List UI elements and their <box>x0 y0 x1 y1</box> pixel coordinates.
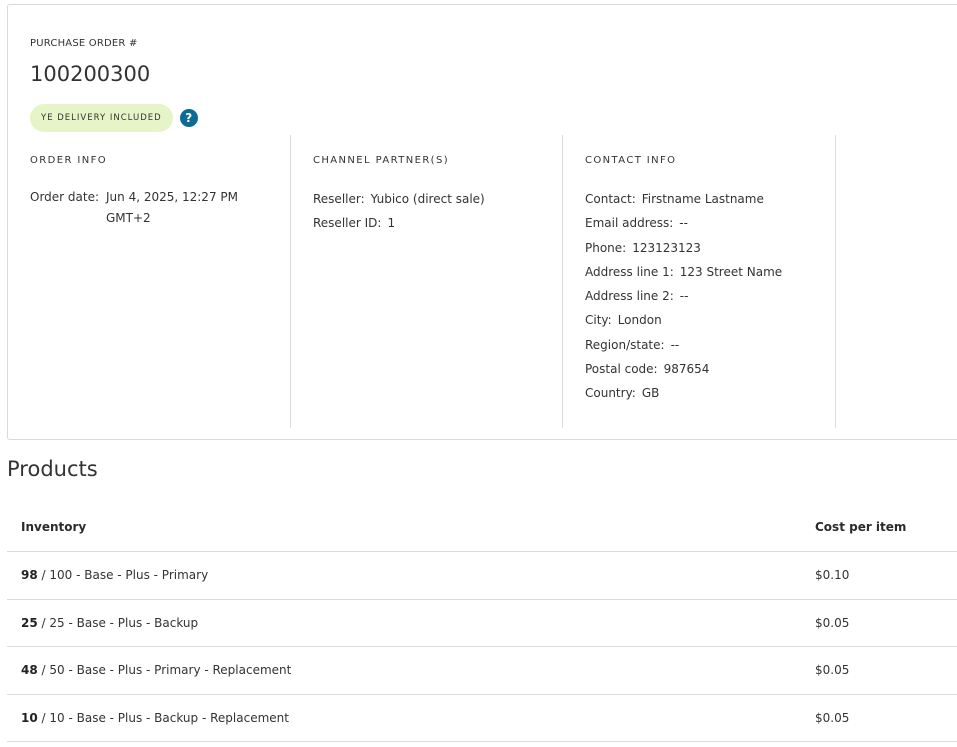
contact-info-section: CONTACT INFO Contact: Firstname Lastname … <box>563 135 836 428</box>
address-line-2-label: Address line 2: <box>585 289 674 304</box>
help-icon[interactable]: ? <box>179 109 198 127</box>
contact-row: Contact: Firstname Lastname <box>585 187 835 211</box>
contact-info-title: CONTACT INFO <box>585 155 677 166</box>
postal-code-value: 987654 <box>663 362 710 377</box>
cost-cell: $0.10 <box>815 568 850 583</box>
order-date-label: Order date: <box>30 190 100 204</box>
region-label: Region/state: <box>585 337 665 352</box>
reseller-id-value: 1 <box>387 216 396 231</box>
inventory-cell: 48 / 50 - Base - Plus - Primary - Replac… <box>7 663 815 677</box>
delivery-badge: YE DELIVERY INCLUDED <box>30 104 173 132</box>
country-value: GB <box>641 386 660 401</box>
city-label: City: <box>585 313 612 328</box>
address-line-2-row: Address line 2: -- <box>585 284 835 308</box>
country-label: Country: <box>585 386 636 401</box>
table-row: 98 / 100 - Base - Plus - Primary $0.10 <box>7 552 957 600</box>
purchase-order-label: PURCHASE ORDER # <box>30 38 138 49</box>
address-line-1-label: Address line 1: <box>585 264 674 279</box>
postal-code-label: Postal code: <box>585 362 658 377</box>
table-row: 25 / 25 - Base - Plus - Backup $0.05 <box>7 600 957 647</box>
quantity-value: 25 <box>21 615 38 630</box>
email-row: Email address: -- <box>585 211 835 235</box>
quantity-value: 98 <box>21 568 38 583</box>
reseller-label: Reseller: <box>313 192 365 206</box>
reseller-row: Reseller: Yubico (direct sale) <box>313 187 562 211</box>
product-description: / 50 - Base - Plus - Primary - Replaceme… <box>37 663 292 678</box>
product-description: / 25 - Base - Plus - Backup <box>37 615 199 630</box>
email-value: -- <box>679 216 688 231</box>
inventory-cell: 10 / 10 - Base - Plus - Backup - Replace… <box>7 711 815 725</box>
postal-code-row: Postal code: 987654 <box>585 357 835 381</box>
reseller-id-row: Reseller ID: 1 <box>313 211 562 235</box>
region-value: -- <box>670 337 680 352</box>
order-info-section: ORDER INFO Order date: Jun 4, 2025, 12:2… <box>30 135 291 428</box>
product-description: / 10 - Base - Plus - Backup - Replacemen… <box>37 710 289 725</box>
quantity-value: 10 <box>21 710 38 725</box>
phone-row: Phone: 123123123 <box>585 236 835 260</box>
cost-cell: $0.05 <box>815 663 850 678</box>
products-table: Inventory Cost per item 98 / 100 - Base … <box>7 503 957 742</box>
phone-value: 123123123 <box>632 240 701 255</box>
city-value: London <box>617 313 662 328</box>
reseller-id-label: Reseller ID: <box>313 216 382 231</box>
badge-row: YE DELIVERY INCLUDED ? <box>30 104 198 132</box>
address-line-2-value: -- <box>679 289 689 304</box>
cost-cell: $0.05 <box>815 615 850 630</box>
product-description: / 100 - Base - Plus - Primary <box>37 568 209 583</box>
table-row: 10 / 10 - Base - Plus - Backup - Replace… <box>7 695 957 742</box>
products-table-header: Inventory Cost per item <box>7 503 957 552</box>
address-line-1-row: Address line 1: 123 Street Name <box>585 260 835 284</box>
city-row: City: London <box>585 308 835 332</box>
purchase-order-card: PURCHASE ORDER # 100200300 YE DELIVERY I… <box>7 4 957 440</box>
inventory-cell: 25 / 25 - Base - Plus - Backup <box>7 616 815 630</box>
order-date-row: Order date: Jun 4, 2025, 12:27 PM GMT+2 <box>30 187 290 229</box>
contact-label: Contact: <box>585 192 636 206</box>
channel-partners-section: CHANNEL PARTNER(S) Reseller: Yubico (dire… <box>291 135 563 428</box>
reseller-value: Yubico (direct sale) <box>370 192 485 206</box>
order-date-value: Jun 4, 2025, 12:27 PM GMT+2 <box>106 190 238 225</box>
purchase-order-number: 100200300 <box>30 62 151 86</box>
country-row: Country: GB <box>585 381 835 405</box>
cost-cell: $0.05 <box>815 710 850 725</box>
address-line-1-value: 123 Street Name <box>679 264 783 279</box>
contact-value: Firstname Lastname <box>641 192 764 206</box>
inventory-cell: 98 / 100 - Base - Plus - Primary <box>7 568 815 582</box>
products-title: Products <box>7 457 98 481</box>
email-label: Email address: <box>585 216 674 231</box>
table-row: 48 / 50 - Base - Plus - Primary - Replac… <box>7 647 957 695</box>
phone-label: Phone: <box>585 240 627 255</box>
order-info-title: ORDER INFO <box>30 155 108 166</box>
contact-info-list: Contact: Firstname Lastname Email address… <box>585 187 835 406</box>
quantity-value: 48 <box>21 663 38 678</box>
inventory-column-header: Inventory <box>21 520 87 534</box>
region-row: Region/state: -- <box>585 333 835 357</box>
cost-column-header: Cost per item <box>815 520 907 534</box>
channel-partners-title: CHANNEL PARTNER(S) <box>313 155 450 166</box>
channel-partners-list: Reseller: Yubico (direct sale) Reseller I… <box>313 187 562 236</box>
